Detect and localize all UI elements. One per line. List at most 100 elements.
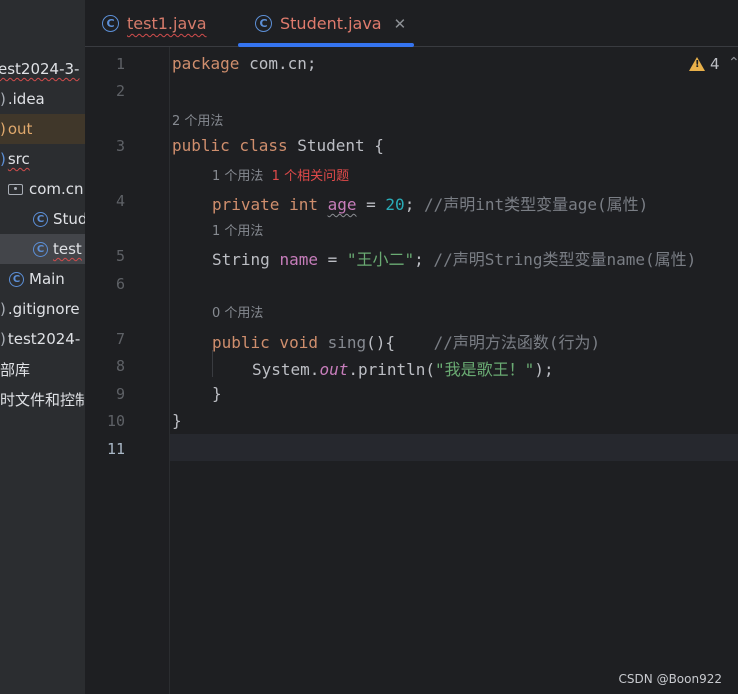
tree-label: test2024- [7, 330, 81, 348]
line-number: 1 [115, 55, 125, 73]
tree-main-file[interactable]: C Main [0, 264, 85, 294]
code-line-8[interactable]: System.out.println("我是歌王！"); [252, 356, 554, 380]
warning-icon: ! [689, 57, 705, 71]
tree-label: src [7, 150, 30, 168]
tree-scratches[interactable]: 时文件和控制 [0, 384, 85, 414]
keyword: package [172, 54, 240, 73]
comment: //声明方法函数(行为) [395, 333, 601, 352]
tab-student[interactable]: C Student.java ✕ [255, 0, 406, 47]
static-field: out [319, 360, 349, 379]
keyword: private int [212, 195, 318, 214]
tree-module-file[interactable]: ) test2024- [0, 324, 85, 354]
problems-indicator[interactable]: ! 4 [689, 55, 720, 73]
active-tab-indicator [238, 43, 414, 47]
code-text: (){ [366, 333, 396, 352]
code-text: } [172, 411, 182, 430]
line-number: 10 [106, 412, 125, 430]
code-text: .println( [348, 360, 436, 379]
module-icon: ) [0, 330, 6, 348]
tree-out-folder[interactable]: ) out [0, 114, 85, 144]
class-icon: C [33, 241, 48, 257]
inlay-hints-age: 1 个用法 1 个相关问题 [212, 165, 349, 184]
chevron-up-icon[interactable]: ⌃ [728, 55, 738, 71]
line-number: 3 [115, 137, 125, 155]
code-text: ; [404, 195, 415, 214]
tree-idea-folder[interactable]: ) .idea [0, 84, 85, 114]
package-icon [8, 183, 23, 195]
code-text: Student { [287, 136, 384, 155]
code-line-7[interactable]: public void sing(){ //声明方法函数(行为) [212, 329, 600, 353]
code-text: com.cn; [239, 54, 317, 73]
code-text: ); [534, 360, 554, 379]
tree-label: Stud [53, 210, 85, 228]
line-number-gutter: 1 2 3 4 5 6 7 8 9 10 11 [85, 47, 170, 694]
line-number: 9 [115, 385, 125, 403]
tree-src-folder[interactable]: ) src [0, 144, 85, 174]
folder-icon: ) [0, 120, 6, 138]
watermark: CSDN @Boon922 [618, 672, 722, 686]
project-tree: est2024-3- ) .idea ) out ) src com.cn C … [0, 0, 85, 694]
tree-label: .gitignore [7, 300, 80, 318]
code-text: } [212, 384, 222, 403]
code-line-3[interactable]: public class Student { [172, 136, 384, 155]
tree-label: out [7, 120, 33, 138]
tree-external-libraries[interactable]: 部库 [0, 354, 85, 384]
code-line-5[interactable]: String name = "王小二"; //声明String类型变量name(… [212, 246, 696, 270]
file-icon: ) [0, 300, 6, 318]
line-number-current: 11 [106, 440, 125, 458]
string-literal: "王小二" [346, 250, 415, 269]
tree-gitignore[interactable]: ) .gitignore [0, 294, 85, 324]
string-literal: "我是歌王！" [435, 360, 535, 379]
comment: //声明String类型变量name(属性) [423, 250, 697, 269]
tree-project-root[interactable]: est2024-3- [0, 54, 85, 84]
editor-tabbar: C test1.java C Student.java ✕ [85, 0, 738, 47]
class-icon: C [9, 271, 24, 287]
usages-hint[interactable]: 2 个用法 [172, 110, 223, 129]
code-line-1[interactable]: package com.cn; [172, 54, 317, 73]
tree-label: com.cn [29, 180, 84, 198]
tree-package[interactable]: com.cn [0, 174, 85, 204]
tree-label: 时文件和控制 [0, 390, 85, 409]
line-number: 2 [115, 82, 125, 100]
indent-guide [212, 350, 213, 377]
method-name: sing [327, 333, 367, 352]
usages-hint[interactable]: 0 个用法 [212, 302, 263, 321]
class-icon: C [33, 211, 48, 227]
warnings-count: 4 [710, 55, 720, 73]
usages-hint[interactable]: 1 个用法 [212, 169, 263, 184]
keyword: public class [172, 136, 288, 155]
code-text: = [317, 250, 347, 269]
code-text: = [356, 195, 386, 214]
type-name: String [212, 250, 270, 269]
folder-icon: ) [0, 90, 6, 108]
code-line-9[interactable]: } [212, 384, 222, 403]
tree-test-file[interactable]: C test [0, 234, 85, 264]
field-name: name [279, 250, 318, 269]
close-icon[interactable]: ✕ [394, 15, 407, 33]
code-text: System. [252, 360, 320, 379]
keyword: public void [212, 333, 318, 352]
tree-label: est2024-3- [0, 60, 80, 78]
line-number: 7 [115, 330, 125, 348]
tree-label: .idea [7, 90, 45, 108]
current-line-highlight [85, 434, 738, 461]
problems-hint[interactable]: 1 个相关问题 [272, 169, 349, 184]
tab-label: Student.java [280, 14, 382, 33]
tab-label: test1.java [127, 14, 207, 33]
comment: //声明int类型变量age(属性) [414, 195, 649, 214]
tree-label: 部库 [0, 360, 31, 379]
code-line-4[interactable]: private int age = 20; //声明int类型变量age(属性) [212, 191, 648, 215]
tree-student-file[interactable]: C Stud [0, 204, 85, 234]
tab-test1[interactable]: C test1.java [102, 0, 207, 47]
class-icon: C [102, 15, 119, 32]
usages-hint[interactable]: 1 个用法 [212, 220, 263, 239]
class-icon: C [255, 15, 272, 32]
line-number: 5 [115, 247, 125, 265]
folder-icon: ) [0, 150, 6, 168]
line-number: 4 [115, 192, 125, 210]
line-number: 8 [115, 357, 125, 375]
number-literal: 20 [385, 195, 405, 214]
tree-label: Main [29, 270, 65, 288]
code-line-10[interactable]: } [172, 411, 182, 430]
code-text: ; [414, 250, 424, 269]
